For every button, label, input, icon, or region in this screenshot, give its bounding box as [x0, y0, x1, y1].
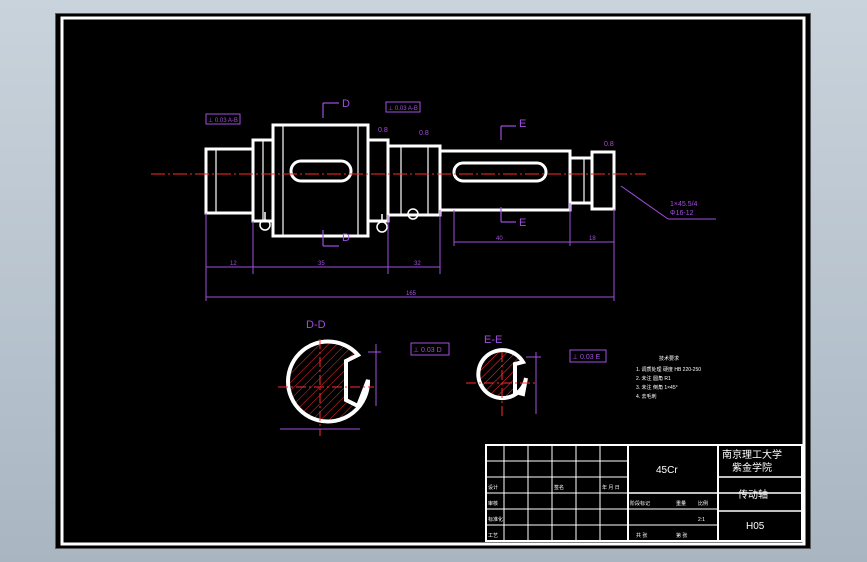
tolerance-frame-2: ⊥ 0.03 A-B	[388, 105, 418, 112]
dim-3: 32	[414, 261, 421, 267]
notes-line-2: 2. 未注 圆角 R1	[636, 375, 671, 382]
section-dd	[278, 339, 374, 436]
left-journal	[204, 147, 255, 215]
material-label: 45Cr	[656, 465, 678, 476]
label-standard: 标准化	[488, 516, 503, 523]
school-name-line1: 南京理工大学	[722, 448, 782, 461]
dim-2: 35	[318, 261, 325, 267]
section-e-label-bottom: E	[519, 217, 526, 229]
label-design: 设计	[488, 484, 498, 491]
label-process: 工艺	[488, 533, 498, 539]
label-check: 审核	[488, 500, 498, 507]
scale-value: 2:1	[698, 517, 705, 523]
drawing-sheet: D D E E ⊥ 0.03 A-B ⊥ 0.03 A-B ⊥ 0.03 D ⊥…	[55, 13, 811, 549]
roughness-mark-c: 0.8	[604, 141, 614, 148]
neck	[568, 156, 594, 205]
cad-canvas: D D E E ⊥ 0.03 A-B ⊥ 0.03 A-B ⊥ 0.03 D ⊥…	[60, 16, 806, 546]
label-sheet-no: 第 张	[676, 532, 687, 539]
tolerance-frame-1: ⊥ 0.03 A-B	[208, 117, 238, 124]
drawing-number: H05	[746, 521, 765, 532]
section-ee	[466, 348, 538, 419]
school-name-line2: 紫金学院	[732, 461, 772, 474]
thread-leader	[620, 185, 669, 220]
dim-1: 12	[230, 261, 237, 267]
section-dd-title: D-D	[306, 319, 326, 331]
section-d-label-bottom: D	[342, 232, 350, 244]
datum-symbols	[259, 208, 419, 233]
notes-line-3: 3. 未注 倒角 1×45°	[636, 384, 678, 391]
section-e-label-top: E	[519, 118, 526, 130]
label-sign: 签名	[554, 484, 564, 491]
label-sheets: 共 张	[636, 532, 647, 539]
notes-heading: 技术要求	[659, 355, 679, 362]
bearing-seat	[386, 144, 442, 217]
right-end	[590, 150, 616, 211]
shaft-main-view	[204, 123, 616, 238]
label-date: 年 月 日	[602, 484, 620, 491]
label-stage: 阶段标记	[630, 500, 650, 507]
dim-overall: 165	[406, 291, 417, 297]
dim-6: 18	[589, 236, 596, 242]
keyway-d	[289, 159, 353, 183]
roughness-mark-b: 0.8	[419, 130, 429, 137]
thread-note-1: 1×45.5/4	[670, 201, 698, 208]
keyway-e	[452, 161, 548, 183]
notes-line-4: 4. 去毛刺	[636, 393, 657, 400]
tolerance-frame-4: ⊥ 0.03 E	[572, 354, 601, 361]
inner-frame	[60, 16, 806, 546]
section-ee-title: E-E	[484, 334, 502, 346]
shoulder-2	[366, 138, 390, 223]
section-d-label-top: D	[342, 98, 350, 110]
tolerance-frame-3: ⊥ 0.03 D	[413, 347, 442, 354]
label-scale: 比例	[698, 500, 708, 507]
thread-note-2: Φ16-12	[670, 210, 694, 217]
label-weight: 重量	[676, 500, 686, 507]
technical-notes: 技术要求 1. 调质处理 硬度 HB 220-250 2. 未注 圆角 R1 3…	[636, 355, 701, 400]
dim-5: 40	[496, 236, 503, 242]
notes-line-1: 1. 调质处理 硬度 HB 220-250	[636, 366, 701, 373]
part-name: 传动轴	[738, 488, 768, 501]
roughness-mark-a: 0.8	[378, 127, 388, 134]
